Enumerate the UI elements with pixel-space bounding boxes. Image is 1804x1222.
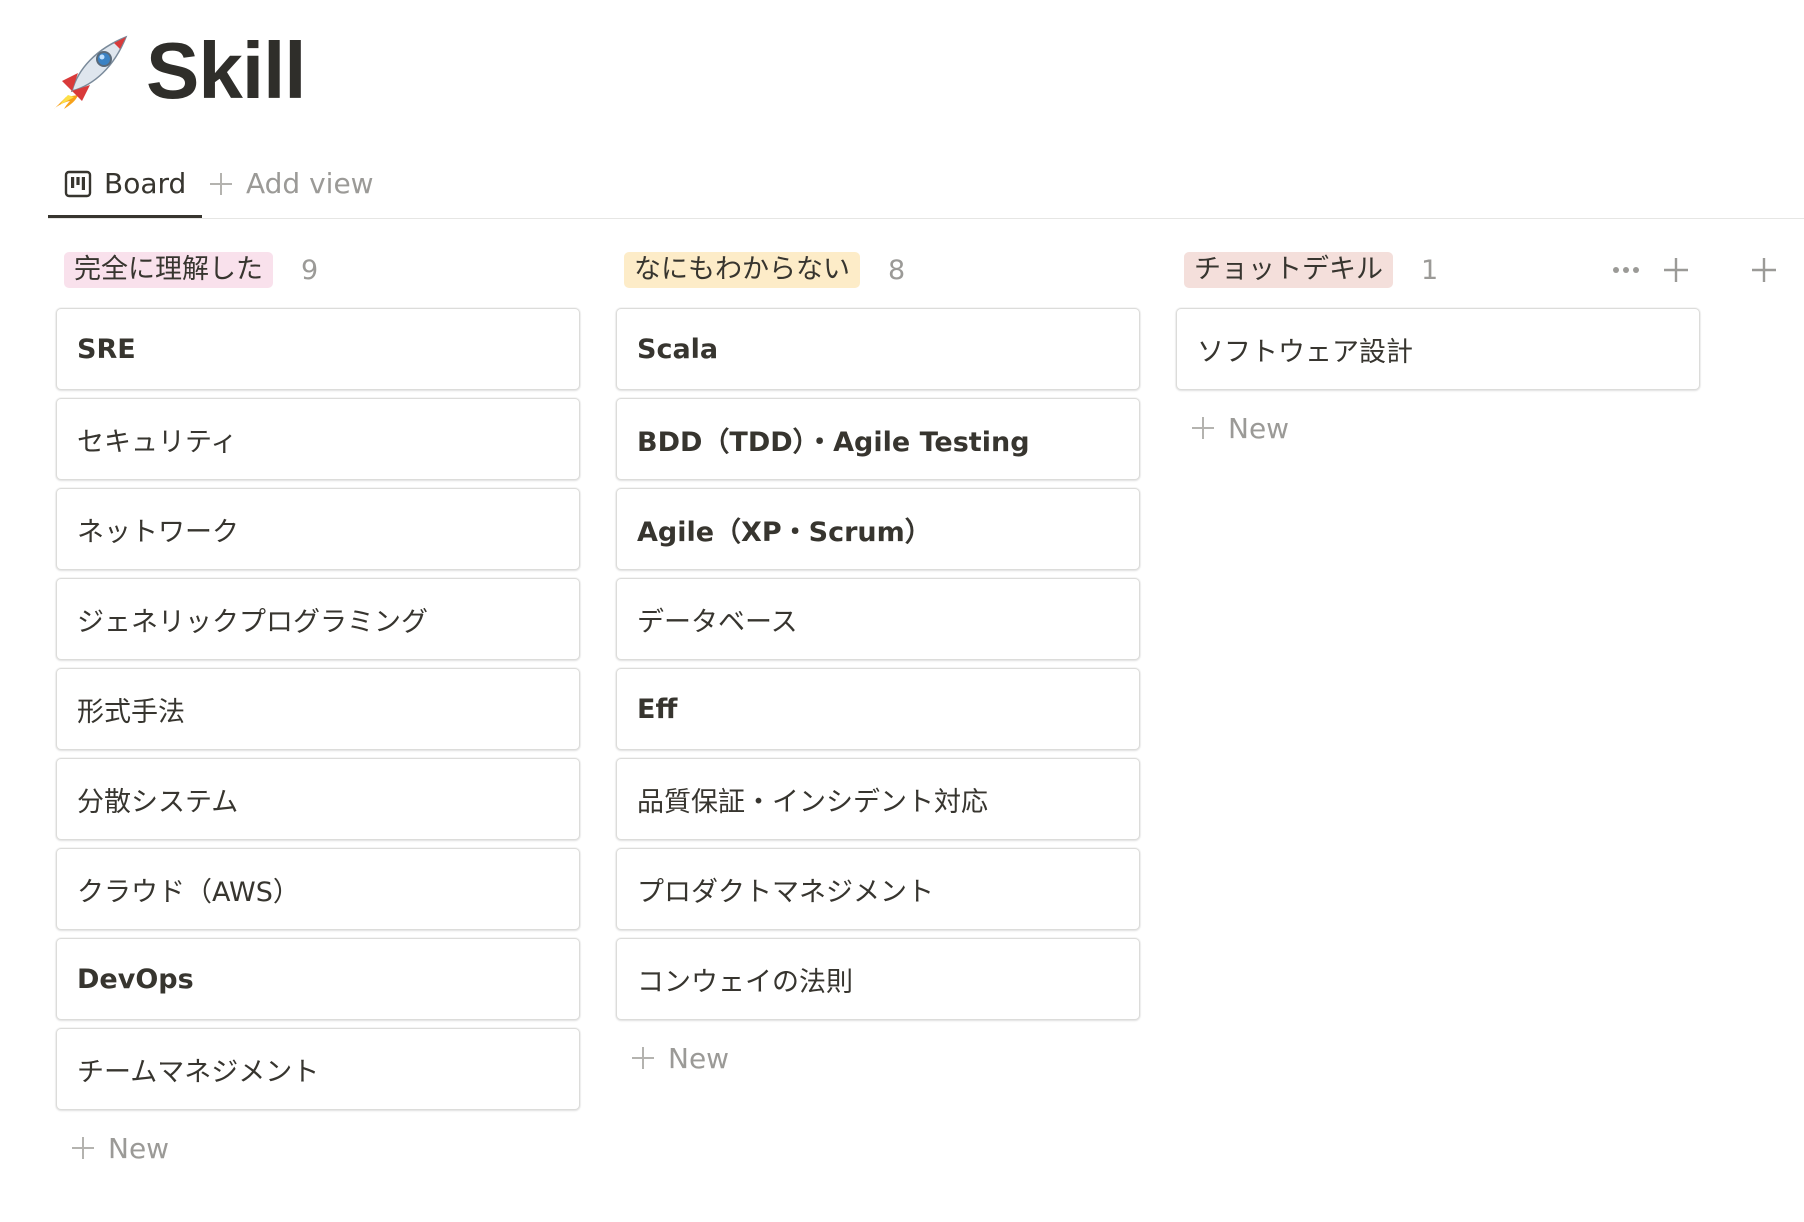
page-header: Skill [52,26,307,116]
plus-icon[interactable] [1750,256,1778,284]
board-card[interactable]: ジェネリックプログラミング [56,578,580,660]
new-card-button[interactable]: New [1176,398,1700,458]
board-card[interactable]: 品質保証・インシデント対応 [616,758,1140,840]
board-card[interactable]: プロダクトマネジメント [616,848,1140,930]
tab-board-label: Board [104,167,187,200]
board-column-2: なにもわからない 8 Scala BDD（TDD）・Agile Testing … [616,250,1140,1088]
card-list: SRE セキュリティ ネットワーク ジェネリックプログラミング 形式手法 分散シ… [56,308,580,1110]
plus-icon [1192,417,1214,439]
board-icon [64,170,92,197]
plus-icon[interactable] [1662,256,1690,284]
board-card[interactable]: Agile（XP・Scrum） [616,488,1140,570]
board-card[interactable]: 形式手法 [56,668,580,750]
card-list: Scala BDD（TDD）・Agile Testing Agile（XP・Sc… [616,308,1140,1020]
board-card[interactable]: コンウェイの法則 [616,938,1140,1020]
board-card[interactable]: Scala [616,308,1140,390]
column-status-tag: なにもわからない [624,252,860,288]
board-column-1: 完全に理解した 9 SRE セキュリティ ネットワーク ジェネリックプログラミン… [56,250,580,1178]
board-card[interactable]: SRE [56,308,580,390]
board-card[interactable]: セキュリティ [56,398,580,480]
add-view-label: Add view [246,167,374,200]
add-view-button[interactable]: Add view [208,152,374,215]
column-header[interactable]: なにもわからない 8 [616,250,1140,290]
plus-icon [632,1047,654,1069]
board-card[interactable]: BDD（TDD）・Agile Testing [616,398,1140,480]
page-title: Skill [146,26,307,115]
board-card[interactable]: 分散システム [56,758,580,840]
new-card-label: New [668,1041,730,1075]
board-card[interactable]: ソフトウェア設計 [1176,308,1700,390]
column-status-tag: 完全に理解した [64,252,273,288]
plus-icon [210,172,232,195]
board-card[interactable]: チームマネジメント [56,1028,580,1110]
board-card[interactable]: ネットワーク [56,488,580,570]
board-card[interactable]: クラウド（AWS） [56,848,580,930]
new-card-button[interactable]: New [56,1118,580,1178]
new-card-button[interactable]: New [616,1028,1140,1088]
column-actions [1610,250,1690,290]
more-icon[interactable] [1610,254,1642,286]
plus-icon [72,1137,94,1159]
new-card-label: New [1228,411,1290,445]
views-bar: Board Add view [48,152,1804,219]
add-group [1750,250,1778,290]
card-list: ソフトウェア設計 [1176,308,1700,390]
board-card[interactable]: DevOps [56,938,580,1020]
tab-board[interactable]: Board [48,152,203,218]
column-status-tag: チョットデキル [1184,252,1393,288]
column-count: 1 [1421,254,1439,286]
column-count: 8 [888,254,906,286]
new-card-label: New [108,1131,170,1165]
board-card[interactable]: Eff [616,668,1140,750]
board-card[interactable]: データベース [616,578,1140,660]
column-header[interactable]: 完全に理解した 9 [56,250,580,290]
column-count: 9 [301,254,319,286]
rocket-icon[interactable] [52,31,132,111]
